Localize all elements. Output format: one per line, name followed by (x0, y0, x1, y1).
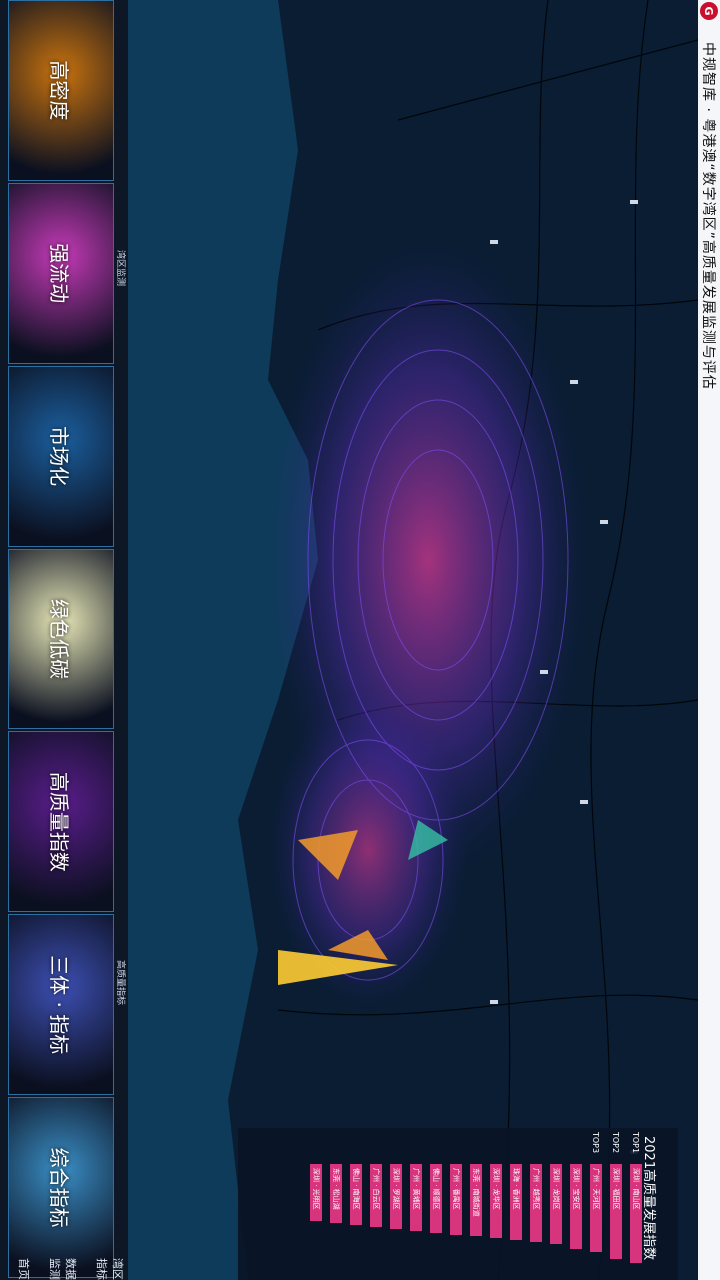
thumbnail-card[interactable]: 市场化 (8, 365, 114, 547)
ranking-row: 广州 · 越秀区 (530, 1164, 542, 1243)
thumbnail-list: 高密度强流动市场化绿色低碳高质量指数三体 · 指标综合指标 (0, 0, 114, 1280)
ranking-row: 珠海 · 香洲区 (510, 1164, 522, 1241)
ranking-row: 深圳 · 龙华区 (490, 1164, 502, 1239)
ranking-row: 佛山 · 顺德区 (430, 1164, 442, 1233)
tab-monitor[interactable]: 数据监测 (47, 1258, 79, 1280)
top-label: TOP3 (591, 1132, 600, 1154)
rotated-page: G 中规智库 · 粤港澳“数字湾区”高质量发展监测与评估 2021高质量发展指数… (0, 0, 720, 1280)
top-label: TOP2 (611, 1132, 620, 1154)
thumbnail-card[interactable]: 强流动 (8, 182, 114, 364)
strip-group-labels: 湾区监测 高质量指标 (114, 0, 128, 1280)
ranking-row: 东莞 · 松山湖 (330, 1164, 342, 1224)
ranking-row: 深圳 · 龙岗区 (550, 1164, 562, 1244)
ranking-row: 深圳 · 光明区 (310, 1164, 322, 1222)
ranking-row: 深圳 · 南山区 (630, 1164, 642, 1263)
ranking-row: 广州 · 天河区 (590, 1164, 602, 1252)
ranking-row: 广州 · 番禺区 (450, 1164, 462, 1235)
ranking-panel: 2021高质量发展指数 深圳 · 南山区 深圳 · 福田区 广州 · 天河区 深圳 ·… (238, 1128, 678, 1280)
thumbnail-label: 绿色低碳 (47, 599, 71, 679)
thumbnail-label: 综合指标 (47, 1147, 71, 1228)
ranking-row: 佛山 · 南海区 (350, 1164, 362, 1225)
page-title: 中规智库 · 粤港澳“数字湾区”高质量发展监测与评估 (700, 42, 716, 390)
thumbnail-label: 强流动 (47, 243, 71, 304)
ranking-row: 深圳 · 福田区 (610, 1164, 622, 1260)
title-bar: G 中规智库 · 粤港澳“数字湾区”高质量发展监测与评估 (698, 0, 720, 1280)
ranking-row: 广州 · 黄埔区 (410, 1164, 422, 1231)
thumbnail-card[interactable]: 三体 · 指标 (8, 914, 114, 1096)
map-svg (128, 0, 698, 1280)
ranking-title: 2021高质量发展指数 (641, 1136, 656, 1261)
ranking-row: 深圳 · 罗湖区 (390, 1164, 402, 1229)
thumbnail-label: 市场化 (47, 426, 71, 487)
top-label: TOP1 (631, 1132, 640, 1154)
ranking-row: 广州 · 白云区 (370, 1164, 382, 1227)
thumbnail-label: 三体 · 指标 (47, 955, 71, 1055)
tab-home[interactable]: 首页 (16, 1258, 32, 1280)
thumbnail-strip: 湾区监测 高质量指标 高密度强流动市场化绿色低碳高质量指数三体 · 指标综合指标 (0, 0, 128, 1280)
app-logo-icon: G (700, 2, 718, 20)
thumbnail-card[interactable]: 高密度 (8, 0, 114, 181)
thumbnail-card[interactable]: 绿色低碳 (8, 548, 114, 730)
group-label-quality: 高质量指标 (115, 960, 125, 1006)
ranking-row: 深圳 · 宝安区 (570, 1164, 582, 1249)
thumbnail-label: 高质量指数 (47, 771, 71, 872)
tab-indicator[interactable]: 湾区指标 (94, 1258, 126, 1280)
thumbnail-label: 高密度 (47, 60, 71, 121)
ranking-row: 东莞 · 南城街道 (470, 1164, 482, 1237)
map-view[interactable]: 2021高质量发展指数 深圳 · 南山区 深圳 · 福田区 广州 · 天河区 深圳 ·… (128, 0, 698, 1280)
thumbnail-card[interactable]: 高质量指数 (8, 731, 114, 913)
group-label-monitor: 湾区监测 (115, 250, 125, 287)
thumbnail-card[interactable]: 综合指标 (8, 1097, 114, 1279)
